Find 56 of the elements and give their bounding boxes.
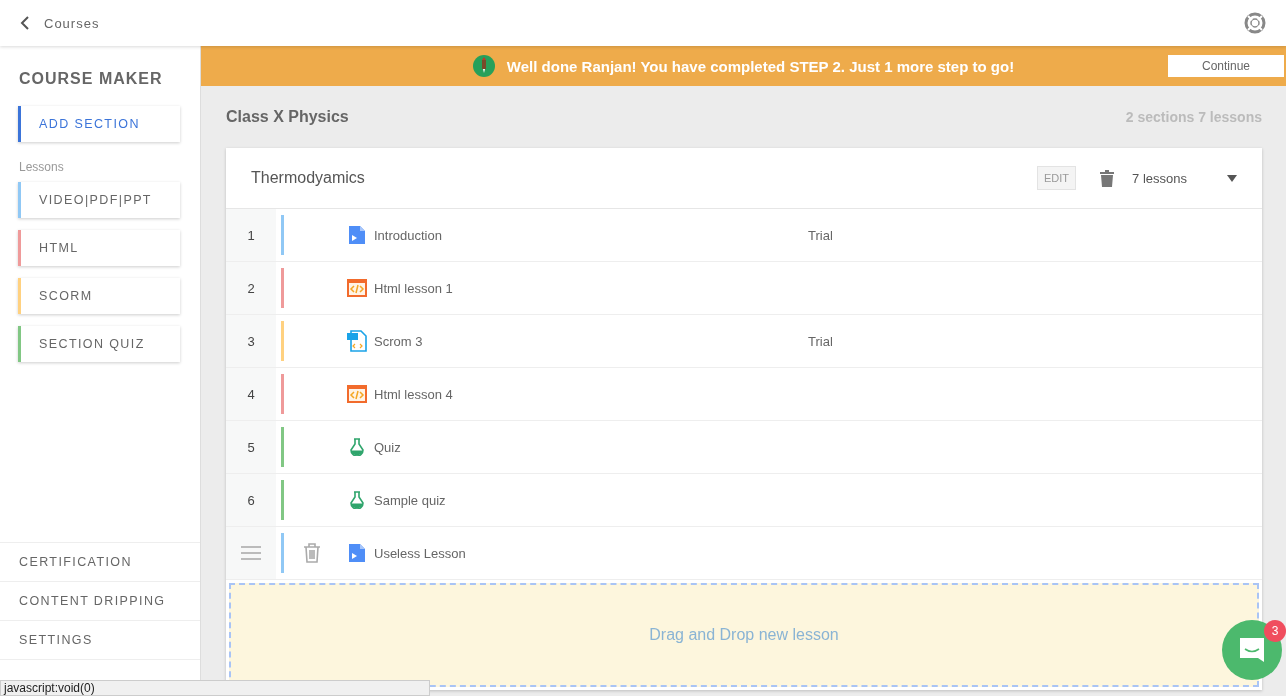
back-icon [20,16,30,30]
lesson-number: 3 [247,333,255,349]
flask-icon [349,491,365,509]
chat-bubble-icon [1238,636,1266,664]
sidebar-title: COURSE MAKER [18,69,164,89]
sidebar-menu-item[interactable]: CONTENT DRIPPING [0,581,200,620]
lesson-type-button[interactable]: SCORM [18,278,180,314]
code-window-icon [346,278,368,298]
flask-icon [349,438,365,456]
lesson-title: Sample quiz [374,492,447,508]
sidebar-menu-item[interactable]: SETTINGS [0,620,200,659]
lesson-title: Html lesson 4 [374,386,454,402]
trial-tag: Trial [808,333,833,349]
lesson-number: 2 [247,280,255,296]
video-file-icon [347,225,367,245]
add-section-button[interactable]: ADD SECTION [18,106,180,142]
help-icon[interactable] [1244,12,1266,34]
section-title: Thermodyamics [251,169,366,187]
trial-tag: Trial [808,227,833,243]
lesson-number: 4 [247,386,255,402]
back-link[interactable]: Courses [20,15,100,31]
trash-icon[interactable] [1100,169,1115,187]
lesson-row[interactable]: 4 Html lesson 4 [226,368,1262,421]
lesson-row[interactable]: Useless Lesson [226,527,1262,580]
course-title: Class X Physics [226,108,349,126]
caret-icon[interactable] [1227,174,1237,182]
lessons-label: Lessons [18,159,65,176]
lesson-number: 1 [247,227,255,243]
lesson-type-button[interactable]: HTML [18,230,180,266]
lesson-row[interactable]: 5 Quiz [226,421,1262,474]
lesson-number: 5 [247,439,255,455]
lesson-number: 6 [247,492,255,508]
lesson-count: 7 lessons [1132,170,1187,186]
continue-button[interactable]: Continue [1168,55,1284,77]
code-window-icon [346,384,368,404]
notification-badge: 3 [1264,620,1286,642]
zip-file-icon [346,330,368,352]
drag-handle-icon[interactable] [241,546,261,560]
lesson-title: Scrom 3 [374,333,424,349]
drop-zone-text: Drag and Drop new lesson [649,626,839,644]
lesson-title: Quiz [374,439,402,455]
lesson-title: Useless Lesson [374,545,467,561]
rocket-icon [472,55,495,77]
lesson-row[interactable]: 2 Html lesson 1 [226,262,1262,315]
lesson-type-button[interactable]: VIDEO|PDF|PPT [18,182,180,218]
status-bar: javascript:void(0) [0,680,430,696]
lesson-title: Html lesson 1 [374,280,454,296]
banner-message: Well done Ranjan! You have completed STEP 2. Just 1 more step to go! [506,57,1015,75]
lesson-row[interactable]: 6 Sample quiz [226,474,1262,527]
video-file-icon [347,543,367,563]
trash-outline-icon[interactable] [303,543,321,563]
lesson-title: Introduction [374,227,443,243]
lesson-row[interactable]: 1 Introduction Trial [226,209,1262,262]
lesson-row[interactable]: 3 Scrom 3 Trial [226,315,1262,368]
lesson-type-button[interactable]: SECTION QUIZ [18,326,180,362]
sidebar-menu-item[interactable]: CERTIFICATION [0,542,200,581]
